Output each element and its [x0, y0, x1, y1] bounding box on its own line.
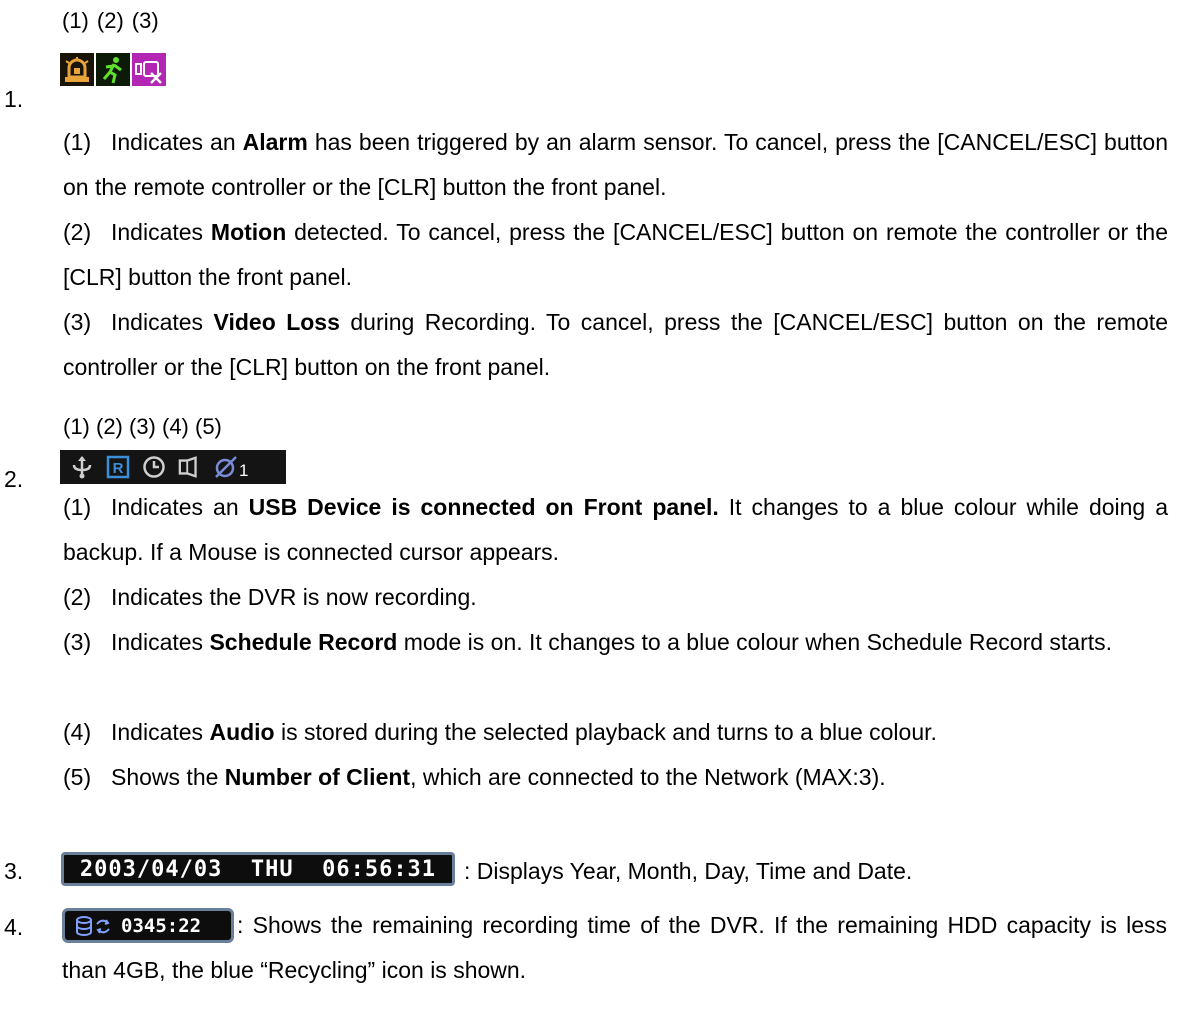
usb-icon: [70, 455, 94, 479]
client-count: 1: [239, 461, 249, 480]
item-label: (1): [63, 129, 92, 155]
alarm-bell-icon: [60, 53, 94, 86]
section2-status-bar: R 1: [60, 450, 286, 484]
video-loss-icon: [132, 53, 166, 86]
section2-item-3: (3) Indicates Schedule Record mode is on.…: [63, 620, 1168, 665]
audio-icon: [178, 455, 202, 479]
network-icon: 1: [214, 455, 258, 480]
running-man-icon: [96, 53, 130, 86]
section4-description: : Shows the remaining recording time of …: [62, 903, 1167, 993]
section2-icon-labels: (1) (2) (3) (4) (5): [63, 414, 222, 439]
section2-item-5: (5) Shows the Number of Client, which are…: [63, 755, 1168, 800]
section2-item-2: (2) Indicates the DVR is now recording.: [63, 575, 1168, 620]
section2-item-4: (4) Indicates Audio is stored during the …: [63, 710, 1168, 755]
item-label: (5): [63, 764, 92, 790]
section1-number: 1.: [4, 86, 24, 112]
section1-item-3: (3) Indicates Video Loss during Recording…: [63, 300, 1168, 390]
item-label: (3): [63, 629, 92, 655]
section3-number: 3.: [4, 858, 24, 884]
section4-desc-text: : Shows the remaining recording time of …: [62, 912, 1167, 983]
section1-item-1: (1) Indicates an Alarm has been triggered…: [63, 120, 1168, 210]
datetime-text: 2003/04/03 THU 06:56:31: [79, 856, 437, 882]
section1-item-2: (2) Indicates Motion detected. To cancel,…: [63, 210, 1168, 300]
icon-label-3: (3): [131, 8, 159, 33]
datetime-display: 2003/04/03 THU 06:56:31: [61, 852, 455, 886]
icon-label-1: (1): [62, 8, 89, 33]
svg-text:R: R: [113, 460, 124, 477]
item-label: (2): [63, 584, 92, 610]
section4-number: 4.: [4, 914, 24, 940]
section1-icons: [60, 53, 166, 86]
section2-number: 2.: [4, 466, 24, 492]
record-icon: R: [106, 455, 130, 479]
item-label: (1): [63, 494, 92, 520]
section1-icon-labels: (1) (2) (3): [62, 8, 159, 34]
section3-description: : Displays Year, Month, Day, Time and Da…: [464, 858, 913, 884]
item-label: (4): [63, 719, 92, 745]
clock-icon: [142, 455, 166, 479]
icon-label-2: (2): [96, 8, 124, 33]
item-label: (3): [63, 309, 92, 335]
section2-item-1: (1) Indicates an USB Device is connected …: [63, 485, 1168, 575]
item-label: (2): [63, 219, 92, 245]
